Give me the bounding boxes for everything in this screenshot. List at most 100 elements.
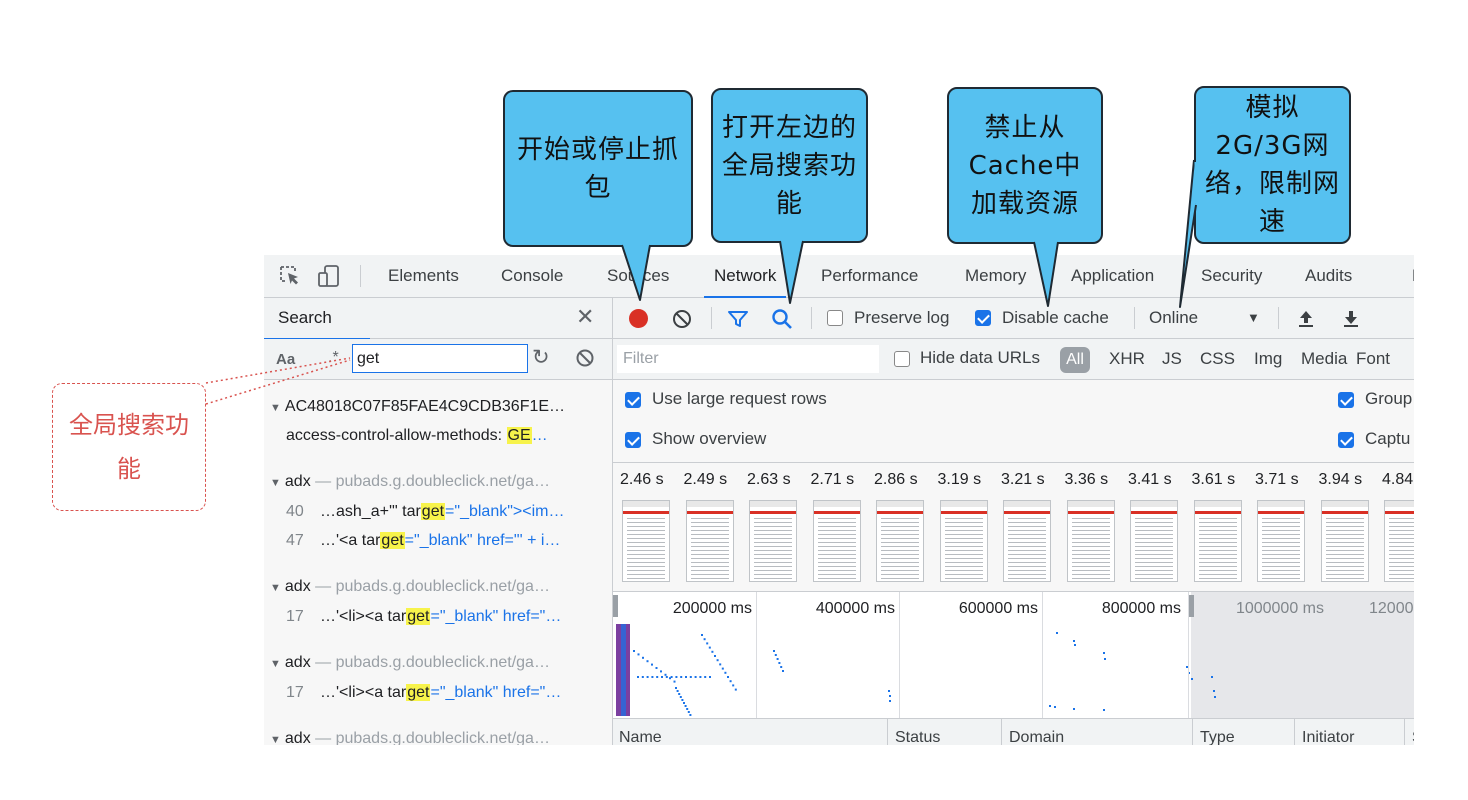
column-header-initiator[interactable]: Initiator — [1302, 729, 1354, 745]
screenshot-thumbnail[interactable] — [1130, 500, 1178, 582]
screenshot-thumbnail[interactable] — [749, 500, 797, 582]
column-header-status[interactable]: Status — [895, 729, 940, 745]
filter-icon[interactable] — [727, 309, 749, 329]
clear-log-icon[interactable] — [672, 309, 692, 329]
column-divider — [887, 719, 888, 745]
overview-request-dot — [774, 654, 777, 656]
search-result-line[interactable]: access-control-allow-methods: GE… — [286, 427, 608, 445]
screenshot-thumbnail[interactable] — [939, 500, 988, 582]
network-overview[interactable]: 200000 ms 400000 ms 600000 ms 800000 ms 1000… — [613, 592, 1414, 719]
search-result-file[interactable]: ▼ adx — pubads.g.doubleclick.net/ga… — [270, 730, 608, 745]
search-result-line[interactable]: 40 …ash_a+'" target="_blank"><im… — [286, 503, 608, 521]
screenshot-thumbnail[interactable] — [1193, 500, 1242, 582]
search-result-line[interactable]: 47 …'<a target="_blank" href="' + i… — [286, 532, 608, 550]
callout-cache: 禁止从Cache中加载资源 — [947, 87, 1103, 244]
column-header-domain[interactable]: Domain — [1009, 729, 1064, 745]
tab-security[interactable]: Security — [1201, 255, 1262, 297]
search-result-file[interactable]: ▼ adx — pubads.g.doubleclick.net/ga… — [270, 654, 608, 672]
overview-request-dot — [773, 650, 775, 652]
line-number: 17 — [286, 684, 304, 701]
show-overview-checkbox[interactable] — [625, 432, 641, 448]
refresh-icon[interactable]: ↻ — [532, 345, 550, 370]
callout-search-text: 打开左边的全局搜索功能 — [721, 112, 857, 219]
search-result-file[interactable]: ▼ adx — pubads.g.doubleclick.net/ga… — [270, 578, 608, 596]
preserve-log-checkbox[interactable] — [827, 310, 843, 326]
result-file-source: — pubads.g.doubleclick.net/ga… — [315, 473, 550, 490]
large-rows-checkbox[interactable] — [625, 392, 641, 408]
group-by-frame-checkbox[interactable] — [1338, 392, 1354, 408]
inspect-element-icon[interactable] — [278, 264, 304, 288]
overview-request-dot — [694, 676, 697, 678]
import-har-icon[interactable] — [1297, 308, 1315, 328]
column-header-name[interactable]: Name — [619, 729, 662, 745]
callout-record-text: 开始或停止抓包 — [516, 134, 679, 203]
screenshot-thumbnail[interactable] — [685, 500, 734, 582]
match-case-button[interactable]: Aa — [276, 351, 295, 368]
line-number: 47 — [286, 532, 304, 549]
tab-sources[interactable]: Sources — [607, 255, 669, 297]
line-text-before: …ash_a+'" tar — [320, 503, 421, 520]
tab-console[interactable]: Console — [501, 255, 563, 297]
disable-cache-checkbox[interactable] — [975, 310, 991, 326]
regex-button[interactable]: .* — [328, 349, 339, 367]
screenshot-thumbnail[interactable] — [1257, 500, 1305, 582]
export-har-icon[interactable] — [1342, 308, 1360, 328]
tab-performance[interactable]: Performance — [821, 255, 918, 297]
tab-application[interactable]: Application — [1071, 255, 1154, 297]
close-icon[interactable]: ✕ — [576, 304, 594, 330]
screenshot-thumbnail[interactable] — [812, 500, 861, 582]
line-text-after: ="_blank" href="' + i… — [404, 532, 561, 549]
overview-request-dot — [1073, 640, 1075, 642]
screenshot-thumbnail[interactable] — [1320, 500, 1369, 582]
overview-request-dot — [661, 676, 663, 678]
record-button[interactable] — [629, 309, 648, 328]
callout-throttle: 模拟2G/3G网络，限制网速 — [1194, 86, 1351, 244]
type-filter-font[interactable]: Font — [1356, 349, 1390, 369]
search-icon[interactable] — [771, 308, 793, 330]
search-result-line[interactable]: 17 …'<li><a target="_blank" href="… — [286, 608, 608, 626]
search-result-file[interactable]: ▼ adx — pubads.g.doubleclick.net/ga… — [270, 473, 608, 491]
screenshot-thumbnail[interactable] — [1003, 500, 1051, 582]
search-panel-title[interactable]: Search — [264, 308, 370, 340]
column-divider — [1404, 719, 1405, 745]
search-result-file[interactable]: ▼ AC48018C07F85FAE4C9CDB36F1E… — [270, 398, 608, 416]
type-filter-media[interactable]: Media — [1301, 349, 1347, 369]
filter-input[interactable] — [617, 345, 879, 373]
overview-request-dot — [670, 676, 673, 678]
toolbar-divider — [360, 265, 361, 287]
filter-row: Hide data URLs All XHR JS CSS Img Media Font — [613, 339, 1414, 380]
screenshot-thumbnail[interactable] — [1384, 500, 1414, 582]
device-toolbar-icon[interactable] — [316, 264, 342, 288]
column-header-type[interactable]: Type — [1200, 729, 1235, 745]
screenshot-thumbnail[interactable] — [622, 500, 670, 582]
tab-elements[interactable]: Elements — [388, 255, 459, 297]
column-header-s[interactable]: S — [1412, 729, 1414, 745]
overview-request-dot — [683, 702, 685, 704]
search-input[interactable] — [352, 344, 528, 373]
disable-cache-label: Disable cache — [1002, 308, 1109, 327]
search-input-row: Aa .* ↻ — [264, 339, 612, 380]
search-result-line[interactable]: 17 …'<li><a target="_blank" href="… — [286, 684, 608, 702]
type-filter-all[interactable]: All — [1060, 347, 1090, 373]
throttle-select[interactable]: Online ▼ — [1149, 308, 1260, 330]
type-filter-img[interactable]: Img — [1254, 349, 1282, 369]
overview-request-dot — [727, 676, 729, 678]
screenshot-time: 2.86 s — [874, 471, 918, 488]
screenshot-thumbnail[interactable] — [876, 500, 924, 582]
clear-icon[interactable] — [576, 349, 594, 367]
overview-request-dot — [678, 693, 681, 695]
tab-memory[interactable]: Memory — [965, 255, 1026, 297]
result-file-name: adx — [284, 654, 311, 671]
type-filter-xhr[interactable]: XHR — [1109, 349, 1145, 369]
type-filter-css[interactable]: CSS — [1200, 349, 1235, 369]
tab-la[interactable]: La — [1412, 255, 1414, 297]
type-filter-js[interactable]: JS — [1162, 349, 1182, 369]
capture-screenshots-checkbox[interactable] — [1338, 432, 1354, 448]
expand-triangle-icon: ▼ — [270, 582, 281, 594]
overview-request-dot — [1056, 632, 1058, 634]
tab-audits[interactable]: Audits — [1305, 255, 1352, 297]
tab-network[interactable]: Network — [703, 255, 787, 298]
screenshot-thumbnail[interactable] — [1066, 500, 1115, 582]
hide-data-urls-checkbox[interactable] — [894, 351, 910, 367]
overview-request-dot — [778, 662, 781, 664]
